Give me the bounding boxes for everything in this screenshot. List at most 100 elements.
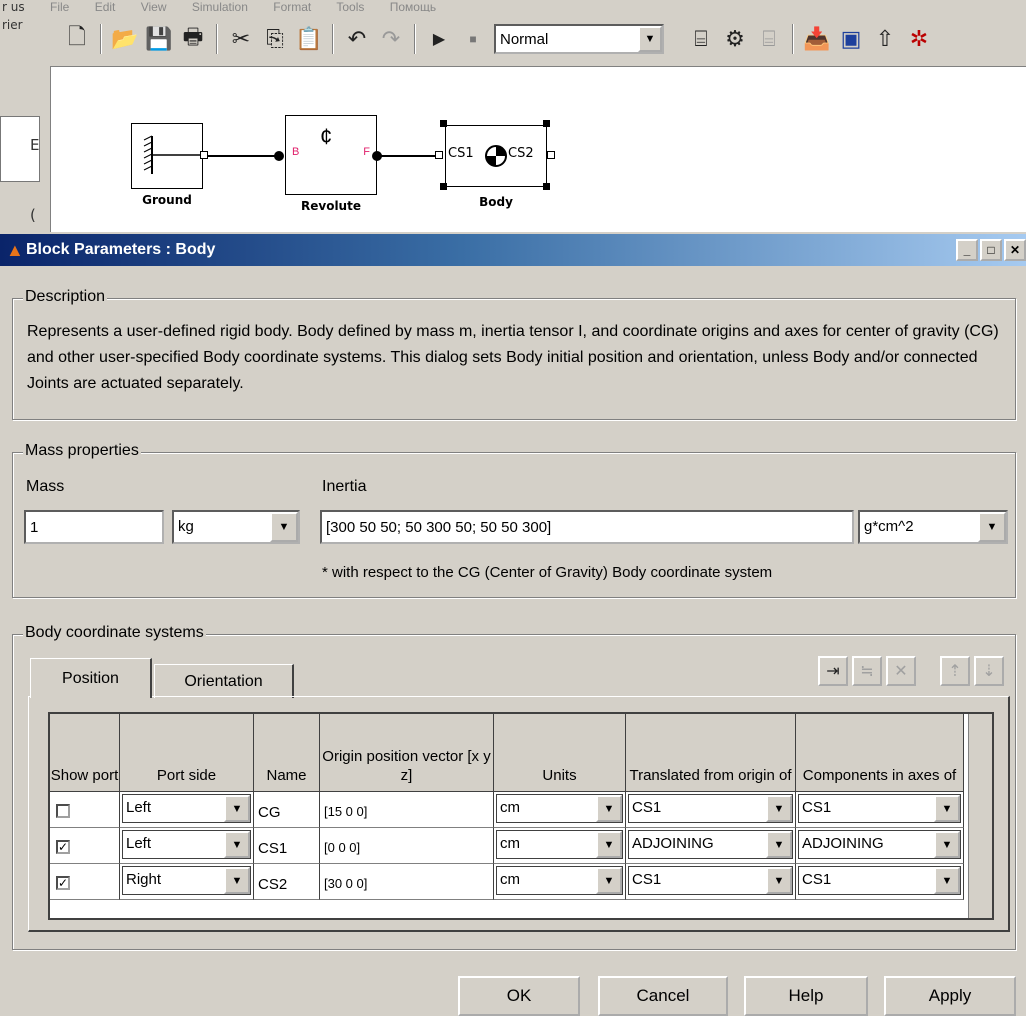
origin-cell[interactable]: [30 0 0] bbox=[320, 864, 494, 900]
name-cell[interactable]: CS2 bbox=[254, 864, 320, 900]
connection-line[interactable] bbox=[208, 155, 278, 157]
chevron-down-icon[interactable]: ▼ bbox=[978, 512, 1006, 542]
selection-handle[interactable] bbox=[440, 120, 447, 127]
update-diagram-icon[interactable]: ⚙ bbox=[718, 22, 752, 56]
menu-view[interactable]: View bbox=[141, 0, 167, 12]
cut-icon[interactable]: ✂ bbox=[224, 22, 258, 56]
show-port-checkbox[interactable]: ✓ bbox=[56, 876, 70, 890]
translated-from-select[interactable]: CS1 ▼ bbox=[628, 866, 793, 895]
units-select[interactable]: cm ▼ bbox=[496, 866, 623, 895]
show-port-checkbox[interactable] bbox=[56, 804, 70, 818]
move-down-icon[interactable]: ⇣ bbox=[974, 656, 1004, 686]
name-cell[interactable]: CG bbox=[254, 792, 320, 828]
components-axes-select[interactable]: CS1 ▼ bbox=[798, 794, 961, 823]
revolute-block[interactable]: B F ¢ bbox=[285, 115, 377, 195]
add-row-icon[interactable]: ⇥ bbox=[818, 656, 848, 686]
body-port-cs1[interactable] bbox=[435, 151, 443, 159]
name-cell[interactable]: CS1 bbox=[254, 828, 320, 864]
ground-port[interactable] bbox=[200, 151, 208, 159]
ok-button[interactable]: OK bbox=[458, 976, 580, 1016]
translated-from-select[interactable]: ADJOINING ▼ bbox=[628, 830, 793, 859]
maximize-button[interactable]: □ bbox=[980, 239, 1002, 261]
insert-row-icon[interactable]: ≒ bbox=[852, 656, 882, 686]
model-canvas[interactable]: Ground B F ¢ Revolute CS1 CS2 Body bbox=[50, 66, 1026, 232]
port-side-select[interactable]: Right ▼ bbox=[122, 866, 251, 895]
chevron-down-icon[interactable]: ▼ bbox=[766, 867, 792, 894]
save-icon[interactable]: 💾 bbox=[142, 22, 176, 56]
show-port-checkbox[interactable]: ✓ bbox=[56, 840, 70, 854]
menu-edit[interactable]: Edit bbox=[95, 0, 116, 12]
redo-icon[interactable]: ↷ bbox=[374, 22, 408, 56]
selection-handle[interactable] bbox=[543, 120, 550, 127]
new-file-icon[interactable]: 🗋 bbox=[60, 22, 94, 56]
menu-file[interactable]: File bbox=[50, 0, 69, 12]
close-button[interactable]: ✕ bbox=[1004, 239, 1026, 261]
open-folder-icon[interactable]: 📂 bbox=[108, 22, 142, 56]
chevron-down-icon[interactable]: ▼ bbox=[596, 831, 622, 858]
units-cell: cm ▼ bbox=[494, 864, 626, 900]
components-axes-select[interactable]: ADJOINING ▼ bbox=[798, 830, 961, 859]
tab-orientation[interactable]: Orientation bbox=[154, 664, 294, 698]
chevron-down-icon[interactable]: ▼ bbox=[596, 867, 622, 894]
show-port-cell: ✓ bbox=[50, 828, 120, 864]
chevron-down-icon[interactable]: ▼ bbox=[766, 795, 792, 822]
origin-cell[interactable]: [15 0 0] bbox=[320, 792, 494, 828]
apply-button[interactable]: Apply bbox=[884, 976, 1016, 1016]
components-axes-select[interactable]: CS1 ▼ bbox=[798, 866, 961, 895]
library-browser-icon[interactable]: 📥 bbox=[800, 22, 834, 56]
chevron-down-icon[interactable]: ▼ bbox=[224, 867, 250, 894]
copy-icon[interactable]: ⎘ bbox=[258, 22, 292, 56]
ground-block[interactable] bbox=[131, 123, 203, 189]
units-select[interactable]: cm ▼ bbox=[496, 794, 623, 823]
build-icon[interactable]: ⌸ bbox=[684, 22, 718, 56]
chevron-down-icon[interactable]: ▼ bbox=[934, 867, 960, 894]
debugger-icon[interactable]: ✲ bbox=[902, 22, 936, 56]
units-select[interactable]: cm ▼ bbox=[496, 830, 623, 859]
selection-handle[interactable] bbox=[543, 183, 550, 190]
print-icon[interactable]: 🖶 bbox=[176, 22, 210, 56]
chevron-down-icon[interactable]: ▼ bbox=[596, 795, 622, 822]
menu-format[interactable]: Format bbox=[273, 0, 311, 12]
chevron-down-icon[interactable]: ▼ bbox=[638, 26, 662, 52]
chevron-down-icon[interactable]: ▼ bbox=[224, 831, 250, 858]
body-block[interactable]: CS1 CS2 bbox=[445, 125, 547, 187]
go-to-parent-icon[interactable]: ⇧ bbox=[868, 22, 902, 56]
port-side-select[interactable]: Left ▼ bbox=[122, 794, 251, 823]
menu-tools[interactable]: Tools bbox=[336, 0, 364, 12]
start-simulation-icon[interactable]: ▶ bbox=[422, 22, 456, 56]
chevron-down-icon[interactable]: ▼ bbox=[270, 512, 298, 542]
body-coordinate-systems-legend: Body coordinate systems bbox=[23, 624, 206, 642]
build-subsystem-icon[interactable]: ⌸ bbox=[752, 22, 786, 56]
connection-line[interactable] bbox=[381, 155, 437, 157]
stop-simulation-icon[interactable]: ■ bbox=[456, 22, 490, 56]
toolbar-separator bbox=[414, 24, 416, 54]
chevron-down-icon[interactable]: ▼ bbox=[934, 831, 960, 858]
mass-input[interactable]: 1 bbox=[24, 510, 164, 544]
inertia-input[interactable]: [300 50 50; 50 300 50; 50 50 300] bbox=[320, 510, 854, 544]
menu-simulation[interactable]: Simulation bbox=[192, 0, 248, 12]
model-explorer-icon[interactable]: ▣ bbox=[834, 22, 868, 56]
chevron-down-icon[interactable]: ▼ bbox=[766, 831, 792, 858]
undo-icon[interactable]: ↶ bbox=[340, 22, 374, 56]
port-side-select[interactable]: Left ▼ bbox=[122, 830, 251, 859]
dialog-title-bar[interactable]: ▲ Block Parameters : Body _ □ ✕ bbox=[0, 234, 1026, 266]
chevron-down-icon[interactable]: ▼ bbox=[224, 795, 250, 822]
minimize-button[interactable]: _ bbox=[956, 239, 978, 261]
cancel-button[interactable]: Cancel bbox=[598, 976, 728, 1016]
tab-position[interactable]: Position bbox=[30, 658, 152, 698]
paste-icon[interactable]: 📋 bbox=[292, 22, 326, 56]
menu-help[interactable]: Помощь bbox=[390, 0, 436, 12]
table-scrollbar[interactable] bbox=[968, 714, 992, 918]
move-up-icon[interactable]: ⇡ bbox=[940, 656, 970, 686]
origin-cell[interactable]: [0 0 0] bbox=[320, 828, 494, 864]
inertia-unit-select[interactable]: g*cm^2 ▼ bbox=[858, 510, 1008, 544]
translated-from-select[interactable]: CS1 ▼ bbox=[628, 794, 793, 823]
selection-handle[interactable] bbox=[440, 183, 447, 190]
origin-vector: [0 0 0] bbox=[324, 840, 361, 855]
delete-row-icon[interactable]: ✕ bbox=[886, 656, 916, 686]
body-port-cs2[interactable] bbox=[547, 151, 555, 159]
simulation-mode-select[interactable]: Normal ▼ bbox=[494, 24, 664, 54]
help-button[interactable]: Help bbox=[744, 976, 868, 1016]
mass-unit-select[interactable]: kg ▼ bbox=[172, 510, 300, 544]
chevron-down-icon[interactable]: ▼ bbox=[934, 795, 960, 822]
